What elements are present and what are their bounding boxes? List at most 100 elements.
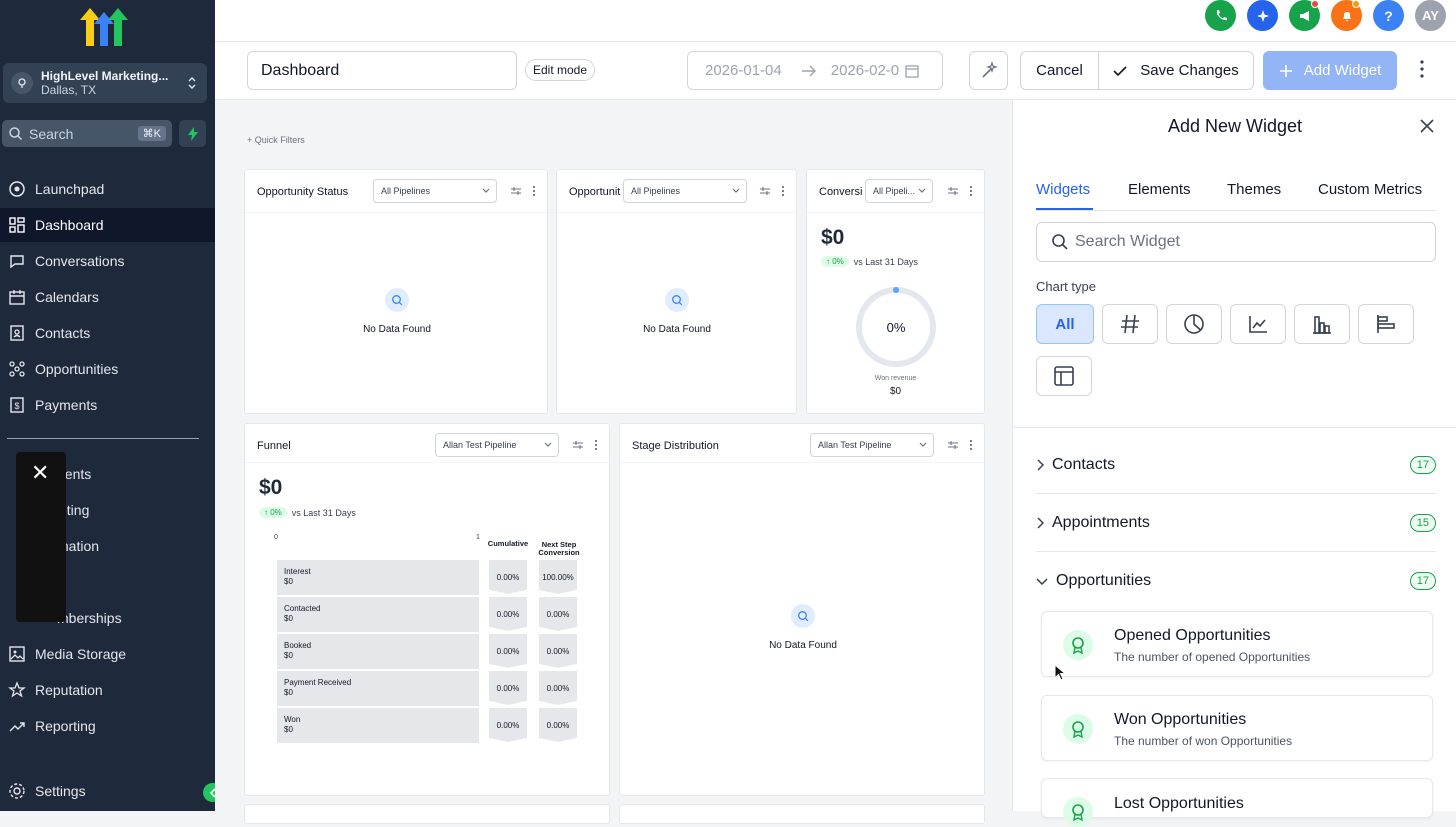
widget-partial[interactable] <box>619 804 985 824</box>
quick-action-button[interactable] <box>179 120 206 147</box>
chevron-right-icon <box>1037 458 1044 471</box>
widget-partial[interactable] <box>244 804 610 824</box>
more-options-icon[interactable] <box>532 185 536 197</box>
user-avatar[interactable]: AY <box>1415 0 1446 31</box>
stage-name: Payment Received <box>284 678 352 687</box>
chart-type-table-button[interactable] <box>1036 356 1092 396</box>
sidebar-item-contacts[interactable]: Contacts <box>0 316 215 350</box>
pipeline-select[interactable]: Allan Test Pipeline <box>810 433 934 457</box>
tab-themes[interactable]: Themes <box>1227 181 1281 198</box>
tab-widgets[interactable]: Widgets <box>1036 181 1090 198</box>
card-divider <box>245 462 609 463</box>
sidebar-item-label: Conversations <box>35 253 125 269</box>
filter-icon[interactable] <box>759 185 771 197</box>
help-button[interactable]: ? <box>1373 0 1404 31</box>
line-chart-icon <box>1249 316 1267 333</box>
award-icon <box>1063 630 1093 660</box>
cumulative-cell: 0.00% <box>489 634 527 668</box>
widget-option-opened-opportunities[interactable]: Opened Opportunities The number of opene… <box>1041 611 1433 677</box>
sidebar-item-reporting[interactable]: Reporting <box>0 709 215 743</box>
tab-custom-metrics[interactable]: Custom Metrics <box>1318 181 1422 198</box>
widget-option-lost-opportunities[interactable]: Lost Opportunities <box>1041 778 1433 827</box>
filter-icon[interactable] <box>947 439 959 451</box>
more-options-icon[interactable] <box>969 185 973 197</box>
widget-stage-distribution[interactable]: Stage Distribution Allan Test Pipeline N… <box>619 423 985 796</box>
megaphone-icon <box>1299 10 1309 21</box>
category-name: Appointments <box>1052 513 1150 531</box>
quick-filters[interactable]: + Quick Filters <box>247 135 305 145</box>
table-icon <box>1054 366 1074 386</box>
app-logo[interactable] <box>78 6 130 48</box>
filter-icon[interactable] <box>947 185 959 197</box>
widget-option-title: Opened Opportunities <box>1114 627 1271 644</box>
sidebar-item-dashboard[interactable]: Dashboard <box>0 208 215 242</box>
sidebar-item-label: Reporting <box>35 718 96 734</box>
ai-assistant-button[interactable] <box>1247 0 1278 31</box>
widget-opportunity-value[interactable]: Opportunit All Pipelines No Data Found <box>556 169 797 414</box>
sidebar-item-label: mberships <box>57 610 122 626</box>
pipeline-select[interactable]: All Pipelines <box>623 179 747 203</box>
category-appointments[interactable]: Appointments 15 <box>1036 494 1436 552</box>
date-range-picker[interactable]: 2026-01-04 2026-02-0 <box>687 51 943 90</box>
notification-dot <box>1352 0 1360 8</box>
sidebar-item-conversations[interactable]: Conversations <box>0 244 215 278</box>
sidebar-search[interactable]: Search ⌘K <box>2 120 172 147</box>
pipeline-select-value: All Pipelines <box>631 186 681 196</box>
chart-type-number-button[interactable] <box>1102 304 1158 344</box>
more-options-icon[interactable] <box>594 439 598 451</box>
category-contacts[interactable]: Contacts 17 <box>1036 436 1436 494</box>
sidebar-item-launchpad[interactable]: Launchpad <box>0 172 215 206</box>
close-icon[interactable] <box>1419 118 1435 134</box>
mouse-cursor <box>1054 664 1066 681</box>
sidebar-item-opportunities[interactable]: Opportunities <box>0 352 215 386</box>
pipeline-select[interactable]: Allan Test Pipeline <box>435 433 559 457</box>
dashboard-header: Dashboard Edit mode 2026-01-04 2026-02-0… <box>215 42 1456 100</box>
tab-elements[interactable]: Elements <box>1128 181 1191 198</box>
filter-icon[interactable] <box>572 439 584 451</box>
ai-build-button[interactable] <box>969 51 1008 90</box>
edit-mode-badge: Edit mode <box>525 59 596 81</box>
cancel-button[interactable]: Cancel <box>1020 51 1099 90</box>
close-icon[interactable]: ✕ <box>31 460 49 486</box>
sidebar-item-settings[interactable]: Settings <box>0 774 215 808</box>
bar-chart-icon <box>1313 316 1331 334</box>
save-changes-button[interactable]: Save Changes <box>1098 51 1254 90</box>
widget-search-input[interactable]: Search Widget <box>1036 222 1436 262</box>
add-widget-button[interactable]: Add Widget <box>1263 51 1397 90</box>
panel-divider <box>1013 427 1456 428</box>
sidebar-item-label: Payments <box>35 397 98 413</box>
search-icon <box>791 604 815 628</box>
sidebar-item-media-storage[interactable]: Media Storage <box>0 637 215 671</box>
widget-funnel[interactable]: Funnel Allan Test Pipeline $0 ↑ 0% vs La… <box>244 423 610 796</box>
more-options-icon[interactable] <box>969 439 973 451</box>
bell-icon <box>1342 11 1351 21</box>
chart-type-pie-button[interactable] <box>1166 304 1222 344</box>
pipeline-select[interactable]: All Pipelines <box>373 179 497 203</box>
account-switcher[interactable]: HighLevel Marketing... Dallas, TX <box>3 63 207 103</box>
sidebar-item-reputation[interactable]: Reputation <box>0 673 215 707</box>
widget-conversion[interactable]: Conversic All Pipeli... $0 ↑ 0% vs Last … <box>806 169 985 414</box>
sidebar-item-label: Opportunities <box>35 361 119 377</box>
widget-option-won-opportunities[interactable]: Won Opportunities The number of won Oppo… <box>1041 695 1433 761</box>
card-divider <box>557 212 796 213</box>
search-icon <box>385 288 409 312</box>
chart-type-horizontal-bar-button[interactable] <box>1358 304 1414 344</box>
cumulative-cell: 0.00% <box>489 708 527 742</box>
no-data-text: No Data Found <box>643 324 711 335</box>
category-opportunities[interactable]: Opportunities 17 <box>1036 552 1436 610</box>
dashboard-canvas: + Quick Filters Opportunity Status All P… <box>215 100 1012 824</box>
more-options-icon[interactable] <box>781 185 785 197</box>
chart-type-all-button[interactable]: All <box>1036 304 1094 344</box>
chart-type-line-button[interactable] <box>1230 304 1286 344</box>
more-options-icon[interactable] <box>1420 60 1424 78</box>
sidebar-item-payments[interactable]: $ Payments <box>0 388 215 422</box>
pipeline-select[interactable]: All Pipeli... <box>865 179 933 203</box>
check-icon <box>1113 65 1127 76</box>
filter-icon[interactable] <box>510 185 522 197</box>
chart-type-bar-button[interactable] <box>1294 304 1350 344</box>
no-data-state: No Data Found <box>627 288 727 335</box>
sidebar-item-calendars[interactable]: Calendars <box>0 280 215 314</box>
phone-button[interactable] <box>1205 0 1236 31</box>
dashboard-name-input[interactable]: Dashboard <box>247 51 517 90</box>
widget-opportunity-status[interactable]: Opportunity Status All Pipelines No Data… <box>244 169 548 414</box>
